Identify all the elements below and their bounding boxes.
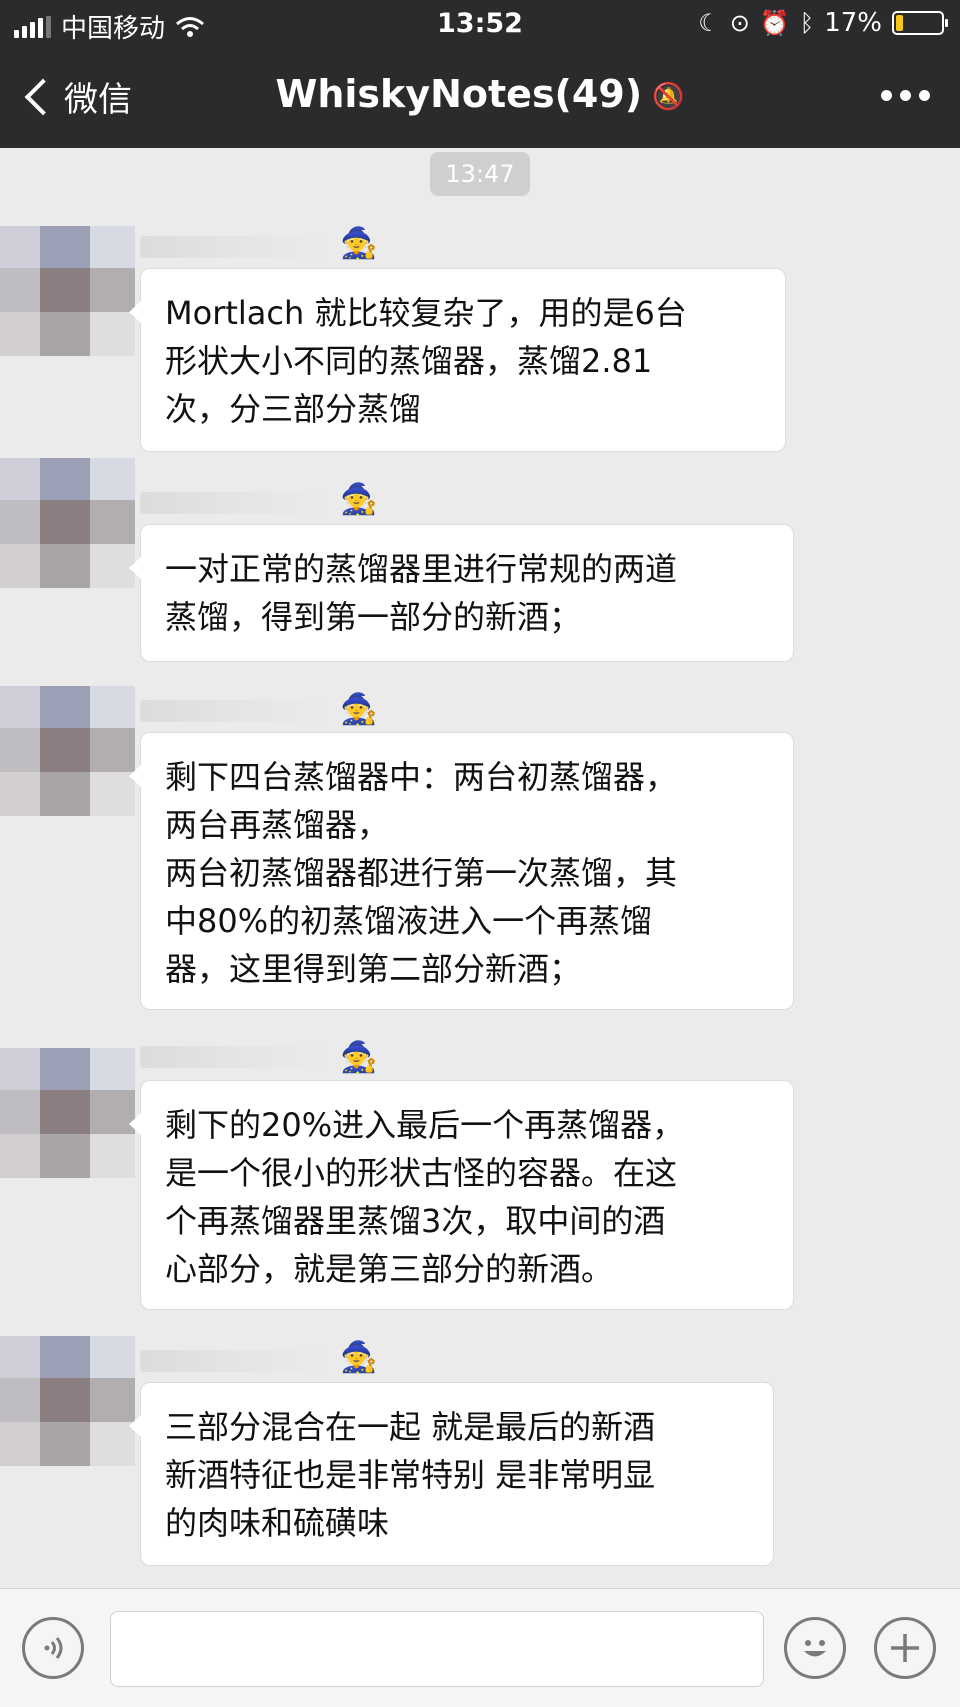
chat-title-text: WhiskyNotes(49): [275, 72, 643, 116]
sender-name-blurred: [140, 1046, 330, 1068]
avatar[interactable]: [0, 1048, 135, 1178]
sender-name-blurred: [140, 1350, 330, 1372]
emoji-icon: [804, 1640, 826, 1657]
wizard-emoji-icon: 🧙: [340, 1340, 378, 1375]
wizard-emoji-icon: 🧙: [340, 1040, 378, 1075]
wizard-emoji-icon: 🧙: [340, 482, 378, 517]
wizard-emoji-icon: 🧙: [340, 692, 378, 727]
more-button[interactable]: [881, 90, 930, 101]
chat-title: WhiskyNotes(49) 🔕: [0, 72, 960, 116]
more-dot: [919, 90, 930, 101]
emoji-button[interactable]: [784, 1617, 846, 1679]
mute-icon: 🔕: [652, 81, 685, 112]
voice-icon: [44, 1637, 63, 1659]
moon-icon: ☾: [698, 9, 720, 37]
message-bubble[interactable]: 三部分混合在一起 就是最后的新酒 新酒特征也是非常特别 是非常明显 的肉味和硫磺…: [129, 1382, 774, 1566]
nav-bar: 微信 WhiskyNotes(49) 🔕: [0, 48, 960, 148]
more-dot: [881, 90, 892, 101]
message-bubble[interactable]: 剩下四台蒸馏器中：两台初蒸馏器， 两台再蒸馏器， 两台初蒸馏器都进行第一次蒸馏，…: [129, 732, 794, 1010]
message-bubble[interactable]: Mortlach 就比较复杂了，用的是6台 形状大小不同的蒸馏器，蒸馏2.81 …: [129, 268, 786, 452]
more-dot: [900, 90, 911, 101]
avatar[interactable]: [0, 226, 135, 356]
battery-percent: 17%: [824, 8, 882, 38]
message-bubble[interactable]: 剩下的20%进入最后一个再蒸馏器， 是一个很小的形状古怪的容器。在这 个再蒸馏器…: [129, 1080, 794, 1310]
battery-fill: [896, 15, 903, 31]
status-bar: 中国移动 13:52 ☾ ⊙ ⏰ ᛒ 17%: [0, 0, 960, 48]
header: 中国移动 13:52 ☾ ⊙ ⏰ ᛒ 17% 微信 WhiskyNotes(49…: [0, 0, 960, 148]
avatar[interactable]: [0, 686, 135, 816]
avatar[interactable]: [0, 1336, 135, 1466]
voice-button[interactable]: [22, 1617, 84, 1679]
bluetooth-icon: ᛒ: [799, 9, 815, 37]
avatar[interactable]: [0, 458, 135, 588]
plus-button[interactable]: [874, 1617, 936, 1679]
sender-name-blurred: [140, 492, 330, 514]
sender-name-blurred: [140, 236, 330, 258]
message-bubble[interactable]: 一对正常的蒸馏器里进行常规的两道 蒸馏，得到第一部分的新酒；: [129, 524, 794, 662]
battery-icon: [892, 11, 948, 35]
chat-timestamp: 13:47: [430, 152, 530, 196]
plus-icon: [891, 1634, 919, 1662]
wizard-emoji-icon: 🧙: [340, 226, 378, 261]
sender-name-blurred: [140, 700, 330, 722]
alarm-icon: ⏰: [759, 9, 790, 37]
message-input[interactable]: [110, 1611, 764, 1687]
input-bar: [0, 1588, 960, 1707]
orientation-lock-icon: ⊙: [729, 9, 750, 37]
